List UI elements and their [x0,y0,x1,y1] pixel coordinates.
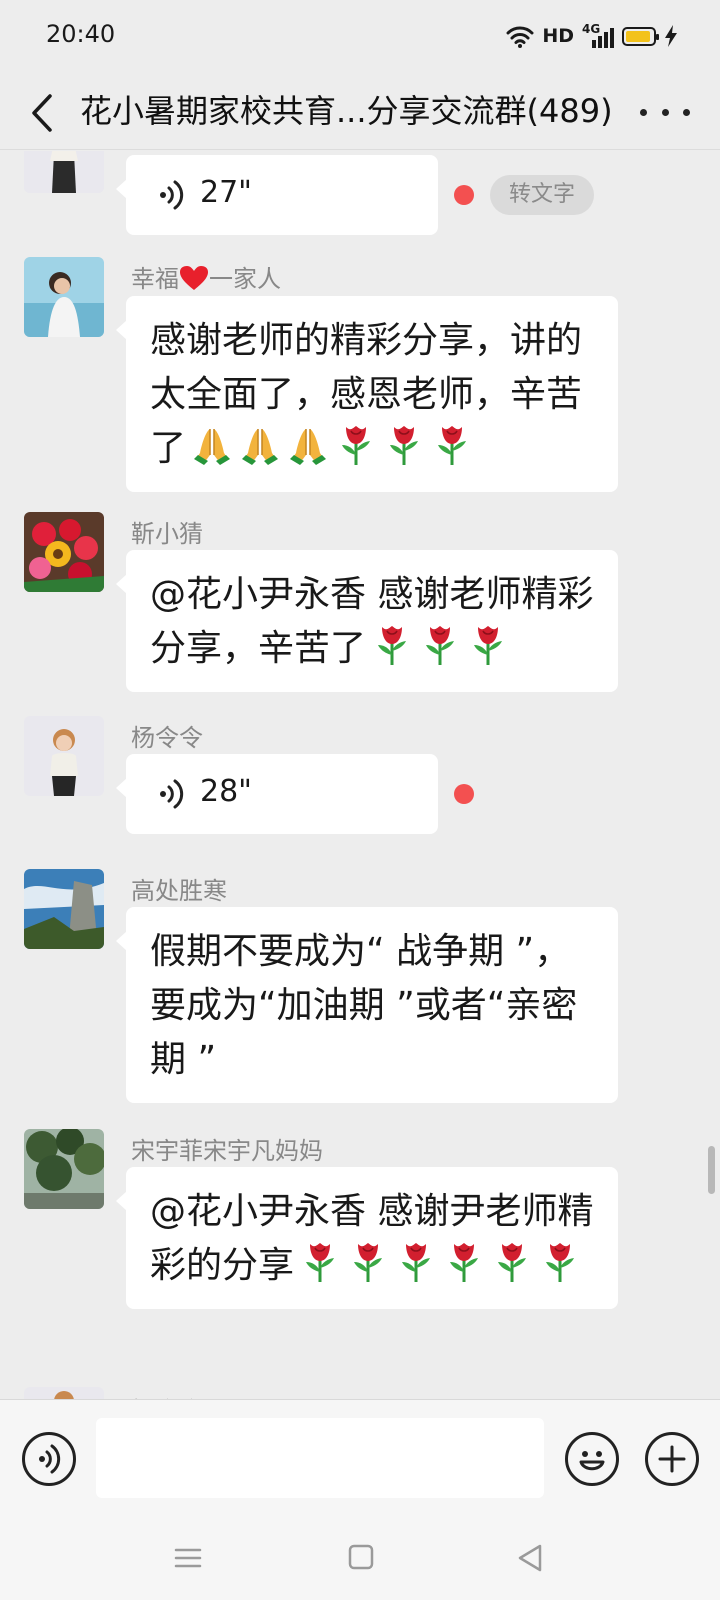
avatar[interactable] [24,869,104,949]
message-bubble[interactable]: 假期不要成为“ 战争期 ”，要成为“加油期 ”或者“亲密期 ” [116,907,618,1103]
avatar[interactable] [24,716,104,796]
voice-input-button[interactable] [22,1432,76,1486]
more-dot [661,108,669,116]
avatar-image [24,716,104,796]
folded-hands-icon [238,423,282,467]
rose-icon [490,1240,534,1284]
rose-icon [466,623,510,667]
unread-dot [454,784,474,804]
voice-wave-icon [158,778,186,810]
sender-name: 靳小猜 [131,520,203,548]
input-bar [0,1399,720,1519]
folded-hands-icon [286,423,330,467]
voice-wave-icon [158,179,186,211]
scrollbar-thumb[interactable] [708,1146,715,1194]
hd-indicator: HD [542,25,574,47]
back-button[interactable] [22,84,72,138]
message-input[interactable] [96,1418,544,1498]
more-dot [683,108,690,116]
status-bar: 20:40 HD 4G [0,0,720,72]
more-options-button[interactable] [640,90,690,134]
message-list[interactable]: 27" 转文字 幸福 一家人 感谢老师的精彩分享，讲的太全面了，感恩老师，辛苦了 [0,151,720,1399]
sender-name: 高处胜寒 [131,877,227,905]
chevron-left-icon [32,94,52,132]
chat-header: 花小暑期家校共育...分享交流群(489) [0,72,720,150]
rose-icon [298,1240,342,1284]
emoji-button[interactable] [565,1432,619,1486]
home-icon[interactable] [340,1541,380,1575]
status-time: 20:40 [46,20,116,48]
avatar[interactable] [24,1387,104,1399]
chat-title: 花小暑期家校共育...分享交流群(489) [80,92,613,130]
voice-message-bubble[interactable]: 27" [116,155,438,235]
avatar-image [24,869,104,949]
message-text: @花小尹永香 感谢老师精彩分享，辛苦了 [126,550,618,692]
avatar-image [24,512,104,592]
charging-icon [665,25,677,47]
voice-message-bubble[interactable]: 28" [116,754,438,834]
sender-name-part: 幸福 [131,265,179,293]
unread-dot [454,185,474,205]
rose-icon [382,423,426,467]
rose-icon [370,623,414,667]
avatar[interactable] [24,151,104,193]
sender-name-part: 一家人 [209,265,281,293]
avatar-image [24,151,104,193]
rose-icon [418,623,462,667]
message-text: @花小尹永香 感谢尹老师精彩的分享 [126,1167,618,1309]
voice-wave-icon [39,1444,61,1474]
more-dot [640,108,647,116]
more-functions-button[interactable] [645,1432,699,1486]
folded-hands-icon [190,423,234,467]
system-navigation-bar [0,1519,720,1600]
back-triangle-icon[interactable] [510,1541,550,1575]
wifi-icon [506,26,534,48]
heart-icon [180,266,208,290]
avatar[interactable] [24,512,104,592]
avatar-image [24,1129,104,1209]
rose-icon [430,423,474,467]
rose-icon [334,423,378,467]
message-bubble[interactable]: @花小尹永香 感谢老师精彩分享，辛苦了 [116,550,618,692]
rose-icon [538,1240,582,1284]
signal-icon: 4G [582,22,614,50]
message-bubble[interactable]: 感谢老师的精彩分享，讲的太全面了，感恩老师，辛苦了 [116,296,618,492]
rose-icon [394,1240,438,1284]
sender-name: 幸福 一家人 [131,259,281,294]
avatar[interactable] [24,1129,104,1209]
message-bubble[interactable]: @花小尹永香 感谢尹老师精彩的分享 [116,1167,618,1309]
avatar-image [24,257,104,337]
battery-icon [622,26,659,46]
smiley-icon [579,1451,605,1471]
message-text: 感谢老师的精彩分享，讲的太全面了，感恩老师，辛苦了 [126,296,618,492]
avatar-image [24,1387,104,1399]
rose-icon [442,1240,486,1284]
convert-to-text-button[interactable]: 转文字 [490,175,594,215]
voice-duration: 27" [200,175,252,210]
rose-icon [346,1240,390,1284]
sender-name: 杨令令 [131,724,203,752]
message-text: 假期不要成为“ 战争期 ”，要成为“加油期 ”或者“亲密期 ” [150,931,578,1080]
sender-name: 杨令令 [131,1391,203,1399]
avatar[interactable] [24,257,104,337]
status-icons: HD 4G [506,20,678,52]
sender-name: 宋宇菲宋宇凡妈妈 [131,1137,323,1165]
voice-duration: 28" [200,774,252,809]
menu-icon[interactable] [168,1541,208,1575]
plus-icon [658,1445,686,1473]
